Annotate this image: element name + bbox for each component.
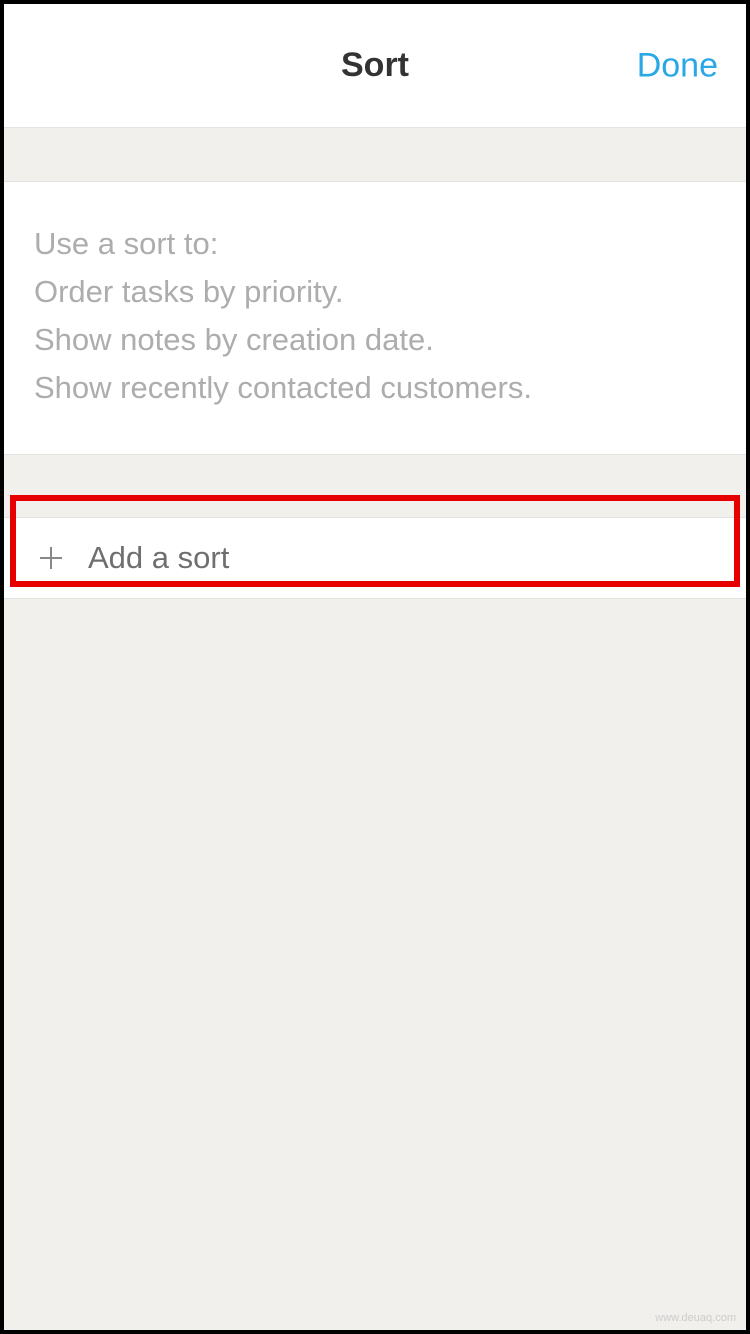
add-sort-label: Add a sort xyxy=(88,540,229,576)
plus-icon xyxy=(36,543,66,573)
page-title: Sort xyxy=(341,46,409,85)
info-text: Order tasks by priority. xyxy=(34,268,716,316)
header-bar: Sort Done xyxy=(4,4,746,128)
spacer xyxy=(4,128,746,182)
add-sort-button[interactable]: Add a sort xyxy=(4,517,746,599)
done-button[interactable]: Done xyxy=(637,46,718,85)
watermark: www.deuaq.com xyxy=(655,1312,736,1324)
spacer xyxy=(4,455,746,517)
info-text: Show notes by creation date. xyxy=(34,316,716,364)
info-text: Use a sort to: xyxy=(34,220,716,268)
info-block: Use a sort to: Order tasks by priority. … xyxy=(4,182,746,455)
info-text: Show recently contacted customers. xyxy=(34,364,716,412)
